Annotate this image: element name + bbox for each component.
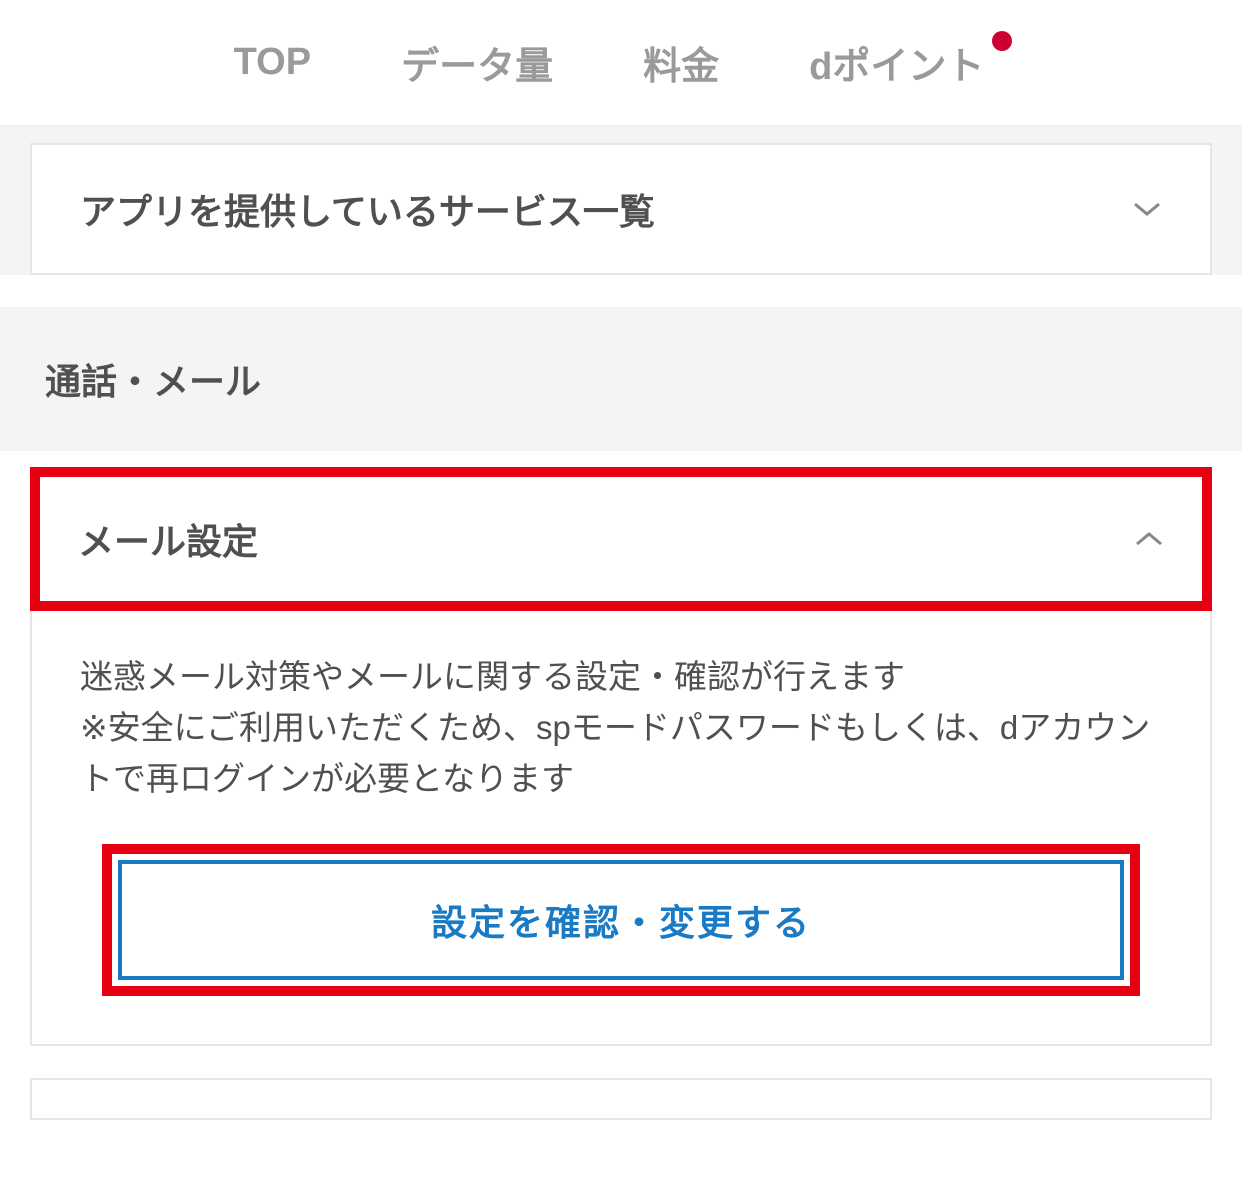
mail-settings-body: 迷惑メール対策やメールに関する設定・確認が行えます ※安全にご利用いただくため、… [30,611,1212,1046]
section-header-call-mail: 通話・メール [0,307,1242,451]
confirm-change-settings-button[interactable]: 設定を確認・変更する [118,860,1124,980]
tab-dpoint[interactable]: dポイント [809,35,1008,90]
tab-fee[interactable]: 料金 [643,35,719,90]
mail-settings-row[interactable]: メール設定 [40,477,1202,601]
mail-settings-desc-line1: 迷惑メール対策やメールに関する設定・確認が行えます [80,658,905,695]
tab-top[interactable]: TOP [234,41,311,84]
apps-service-list-label: アプリを提供しているサービス一覧 [80,183,655,235]
chevron-up-icon [1134,524,1164,554]
mail-settings-highlight: メール設定 [30,467,1212,611]
top-tab-bar: TOP データ量 料金 dポイント [0,0,1242,127]
mail-settings-desc-line2: ※安全にご利用いただくため、spモードパスワードもしくは、dアカウントで再ログイ… [80,709,1150,797]
content-area: アプリを提供しているサービス一覧 [0,127,1242,275]
tab-data[interactable]: データ量 [401,35,553,90]
action-button-highlight: 設定を確認・変更する [102,844,1140,996]
mail-settings-description: 迷惑メール対策やメールに関する設定・確認が行えます ※安全にご利用いただくため、… [80,651,1162,804]
tab-dpoint-label: dポイント [809,46,984,88]
confirm-change-settings-label: 設定を確認・変更する [431,894,811,946]
apps-service-list-row[interactable]: アプリを提供しているサービス一覧 [30,143,1212,275]
chevron-down-icon [1132,194,1162,224]
next-collapsible-row[interactable] [30,1078,1212,1120]
notification-badge-icon [992,31,1012,51]
mail-settings-label: メール設定 [78,513,258,565]
